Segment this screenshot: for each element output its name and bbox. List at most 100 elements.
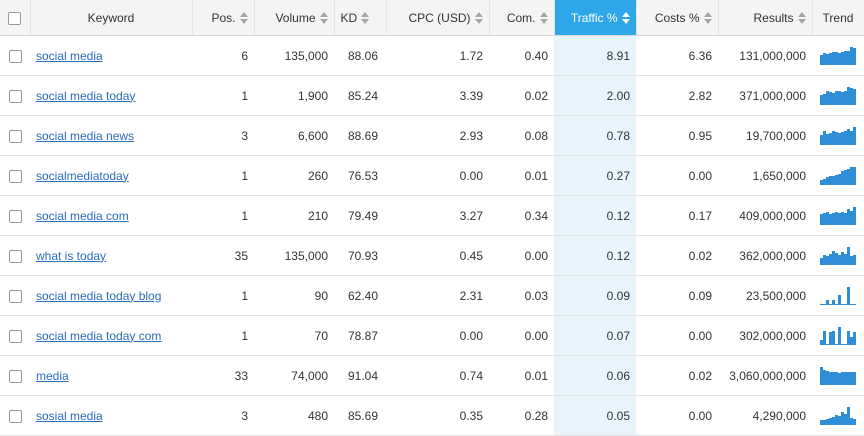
keyword-cell: social media com xyxy=(30,195,192,236)
row-checkbox[interactable] xyxy=(8,249,22,263)
cpc-cell: 3.27 xyxy=(386,195,489,236)
column-traffic-label: Traffic % xyxy=(570,10,618,25)
select-all-checkbox[interactable] xyxy=(8,11,22,25)
trend-bar xyxy=(823,330,826,345)
volume-cell: 90 xyxy=(254,275,334,316)
trend-sparkline xyxy=(820,46,856,65)
pos-cell: 1 xyxy=(192,275,254,316)
trend-bar xyxy=(844,212,847,225)
trend-bar xyxy=(838,372,841,385)
keywords-table: Keyword Pos. Volume KD CPC (USD) Com. Tr… xyxy=(0,0,864,436)
row-checkbox[interactable] xyxy=(8,129,22,143)
select-all-cell xyxy=(0,0,31,36)
trend-bar xyxy=(832,212,835,225)
kd-cell: 85.24 xyxy=(334,75,386,116)
traffic-cell: 0.12 xyxy=(554,195,636,236)
keyword-link[interactable]: social media com xyxy=(36,209,129,223)
trend-sparkline xyxy=(820,366,856,385)
trend-bar xyxy=(826,176,829,185)
column-results[interactable]: Results xyxy=(718,0,813,36)
kd-cell: 88.69 xyxy=(334,115,386,156)
trend-bar xyxy=(838,52,841,65)
trend-bar xyxy=(823,369,826,385)
keyword-cell: social media xyxy=(30,35,192,76)
row-select-cell xyxy=(0,75,30,116)
row-checkbox[interactable] xyxy=(8,329,22,343)
trend-baseline xyxy=(820,63,856,65)
trend-bar xyxy=(844,90,847,105)
trend-bar xyxy=(826,255,829,265)
sort-icon xyxy=(539,12,548,25)
trend-bar xyxy=(826,53,829,65)
row-checkbox[interactable] xyxy=(8,369,22,383)
keyword-link[interactable]: social media today blog xyxy=(36,289,161,303)
trend-bar xyxy=(829,52,832,65)
keyword-cell: sosial media xyxy=(30,395,192,436)
row-select-cell xyxy=(0,155,30,196)
trend-bar xyxy=(847,128,850,145)
trend-bar xyxy=(820,213,823,225)
column-volume[interactable]: Volume xyxy=(254,0,335,36)
trend-bar xyxy=(850,87,853,105)
column-traffic[interactable]: Traffic % xyxy=(554,0,637,36)
row-checkbox[interactable] xyxy=(8,169,22,183)
keyword-link[interactable]: social media today xyxy=(36,89,135,103)
trend-bar xyxy=(847,208,850,225)
sort-icon xyxy=(703,12,712,25)
trend-bar xyxy=(832,330,835,345)
row-checkbox[interactable] xyxy=(8,209,22,223)
trend-cell xyxy=(812,115,864,156)
trend-bar xyxy=(832,92,835,105)
keyword-link[interactable]: social media today com xyxy=(36,329,161,343)
trend-baseline xyxy=(820,183,856,185)
trend-sparkline xyxy=(820,286,856,305)
column-kd[interactable]: KD xyxy=(334,0,387,36)
keyword-link[interactable]: socialmediatoday xyxy=(36,169,129,183)
row-checkbox[interactable] xyxy=(8,49,22,63)
column-kd-label: KD xyxy=(340,10,358,25)
column-com[interactable]: Com. xyxy=(489,0,555,36)
column-keyword[interactable]: Keyword xyxy=(30,0,193,36)
row-checkbox[interactable] xyxy=(8,409,22,423)
row-checkbox[interactable] xyxy=(8,289,22,303)
keyword-link[interactable]: sosial media xyxy=(36,409,103,423)
trend-cell xyxy=(812,155,864,196)
table-row: social media today com 1 70 78.87 0.00 0.00 0.… xyxy=(0,315,864,356)
keyword-cell: socialmediatoday xyxy=(30,155,192,196)
volume-cell: 1,900 xyxy=(254,75,334,116)
trend-bar xyxy=(838,173,841,185)
results-cell: 19,700,000 xyxy=(718,115,812,156)
trend-cell xyxy=(812,35,864,76)
trend-bar xyxy=(850,371,853,385)
trend-bar xyxy=(829,331,832,345)
row-select-cell xyxy=(0,275,30,316)
trend-bar xyxy=(850,130,853,145)
pos-cell: 35 xyxy=(192,235,254,276)
trend-bar xyxy=(838,132,841,145)
trend-bar xyxy=(853,88,856,105)
trend-bar xyxy=(847,286,850,305)
trend-bar xyxy=(832,51,835,65)
sort-icon xyxy=(621,12,630,25)
column-pos[interactable]: Pos. xyxy=(192,0,255,36)
trend-cell xyxy=(812,235,864,276)
com-cell: 0.08 xyxy=(489,115,554,156)
keyword-link[interactable]: social media xyxy=(36,49,103,63)
keyword-link[interactable]: social media news xyxy=(36,129,134,143)
column-cpc[interactable]: CPC (USD) xyxy=(386,0,490,36)
keyword-link[interactable]: media xyxy=(36,369,69,383)
trend-bar xyxy=(841,211,844,225)
trend-sparkline xyxy=(820,206,856,225)
results-cell: 131,000,000 xyxy=(718,35,812,76)
column-costs[interactable]: Costs % xyxy=(636,0,719,36)
row-checkbox[interactable] xyxy=(8,89,22,103)
keyword-cell: social media today xyxy=(30,75,192,116)
trend-bar xyxy=(838,415,841,425)
trend-cell xyxy=(812,355,864,396)
kd-cell: 91.04 xyxy=(334,355,386,396)
keyword-link[interactable]: what is today xyxy=(36,249,106,263)
trend-bar xyxy=(844,253,847,265)
trend-bar xyxy=(835,51,838,65)
traffic-cell: 0.06 xyxy=(554,355,636,396)
table-row: social media today blog 1 90 62.40 2.31 0.03 0… xyxy=(0,275,864,316)
